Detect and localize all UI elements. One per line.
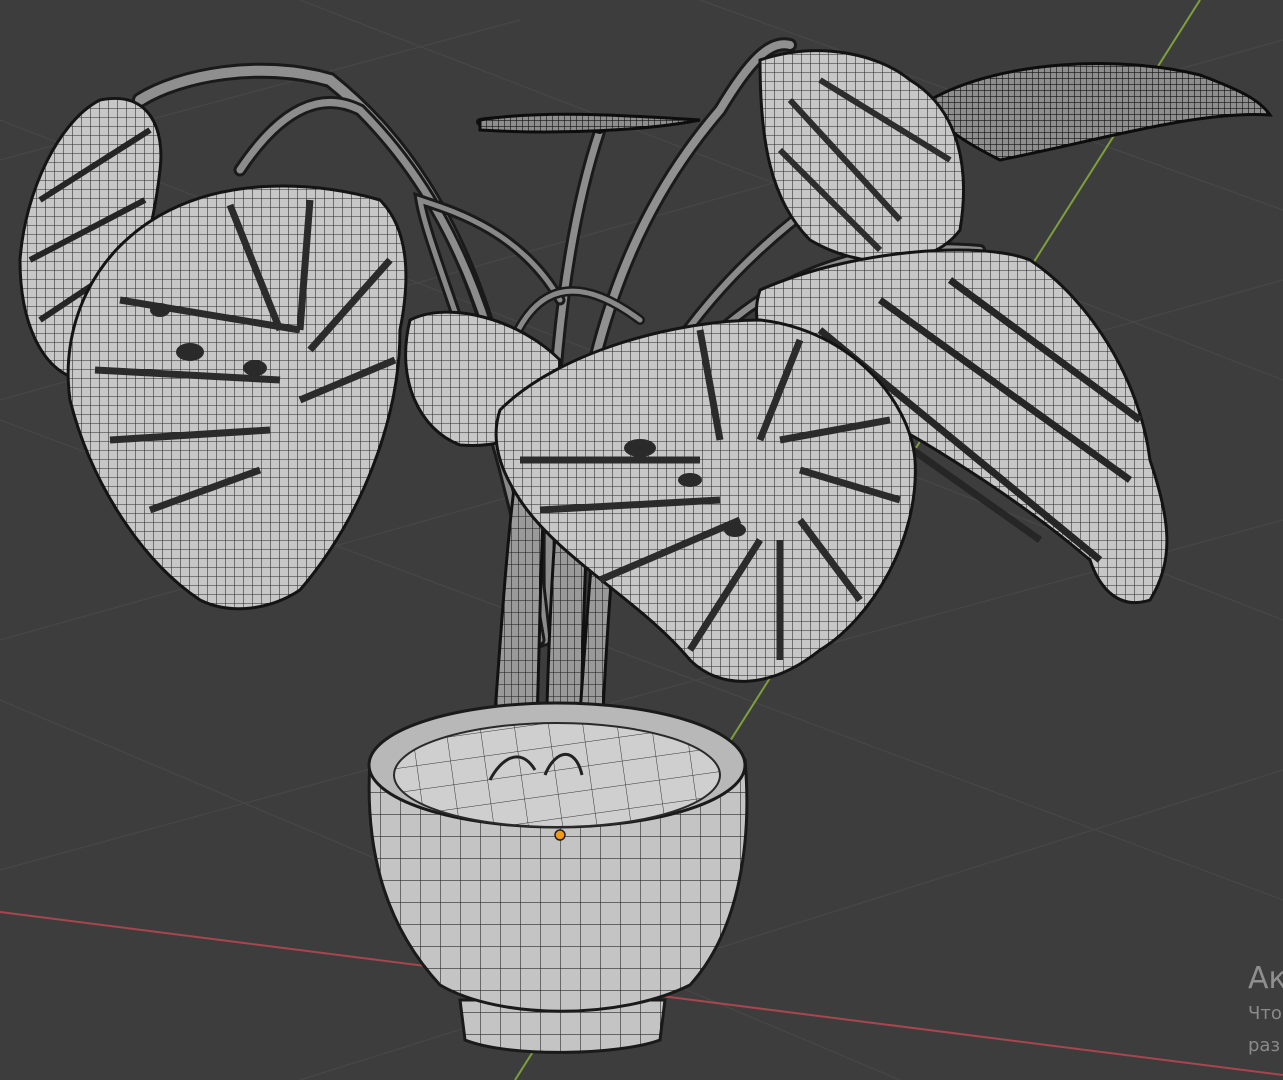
leaf-top-right — [758, 49, 1273, 263]
activation-line-2: раз — [1248, 1035, 1281, 1056]
leaf-left-large — [66, 184, 408, 611]
viewport-canvas[interactable] — [0, 0, 1283, 1080]
3d-viewport[interactable]: Ак Что раз — [0, 0, 1283, 1080]
leaf-top-thin — [478, 112, 701, 134]
object-origin-dot — [554, 829, 566, 841]
activation-title: Ак — [1248, 961, 1283, 996]
activation-watermark: Ак Что раз — [1248, 960, 1283, 1062]
activation-line-1: Что — [1248, 1003, 1282, 1024]
